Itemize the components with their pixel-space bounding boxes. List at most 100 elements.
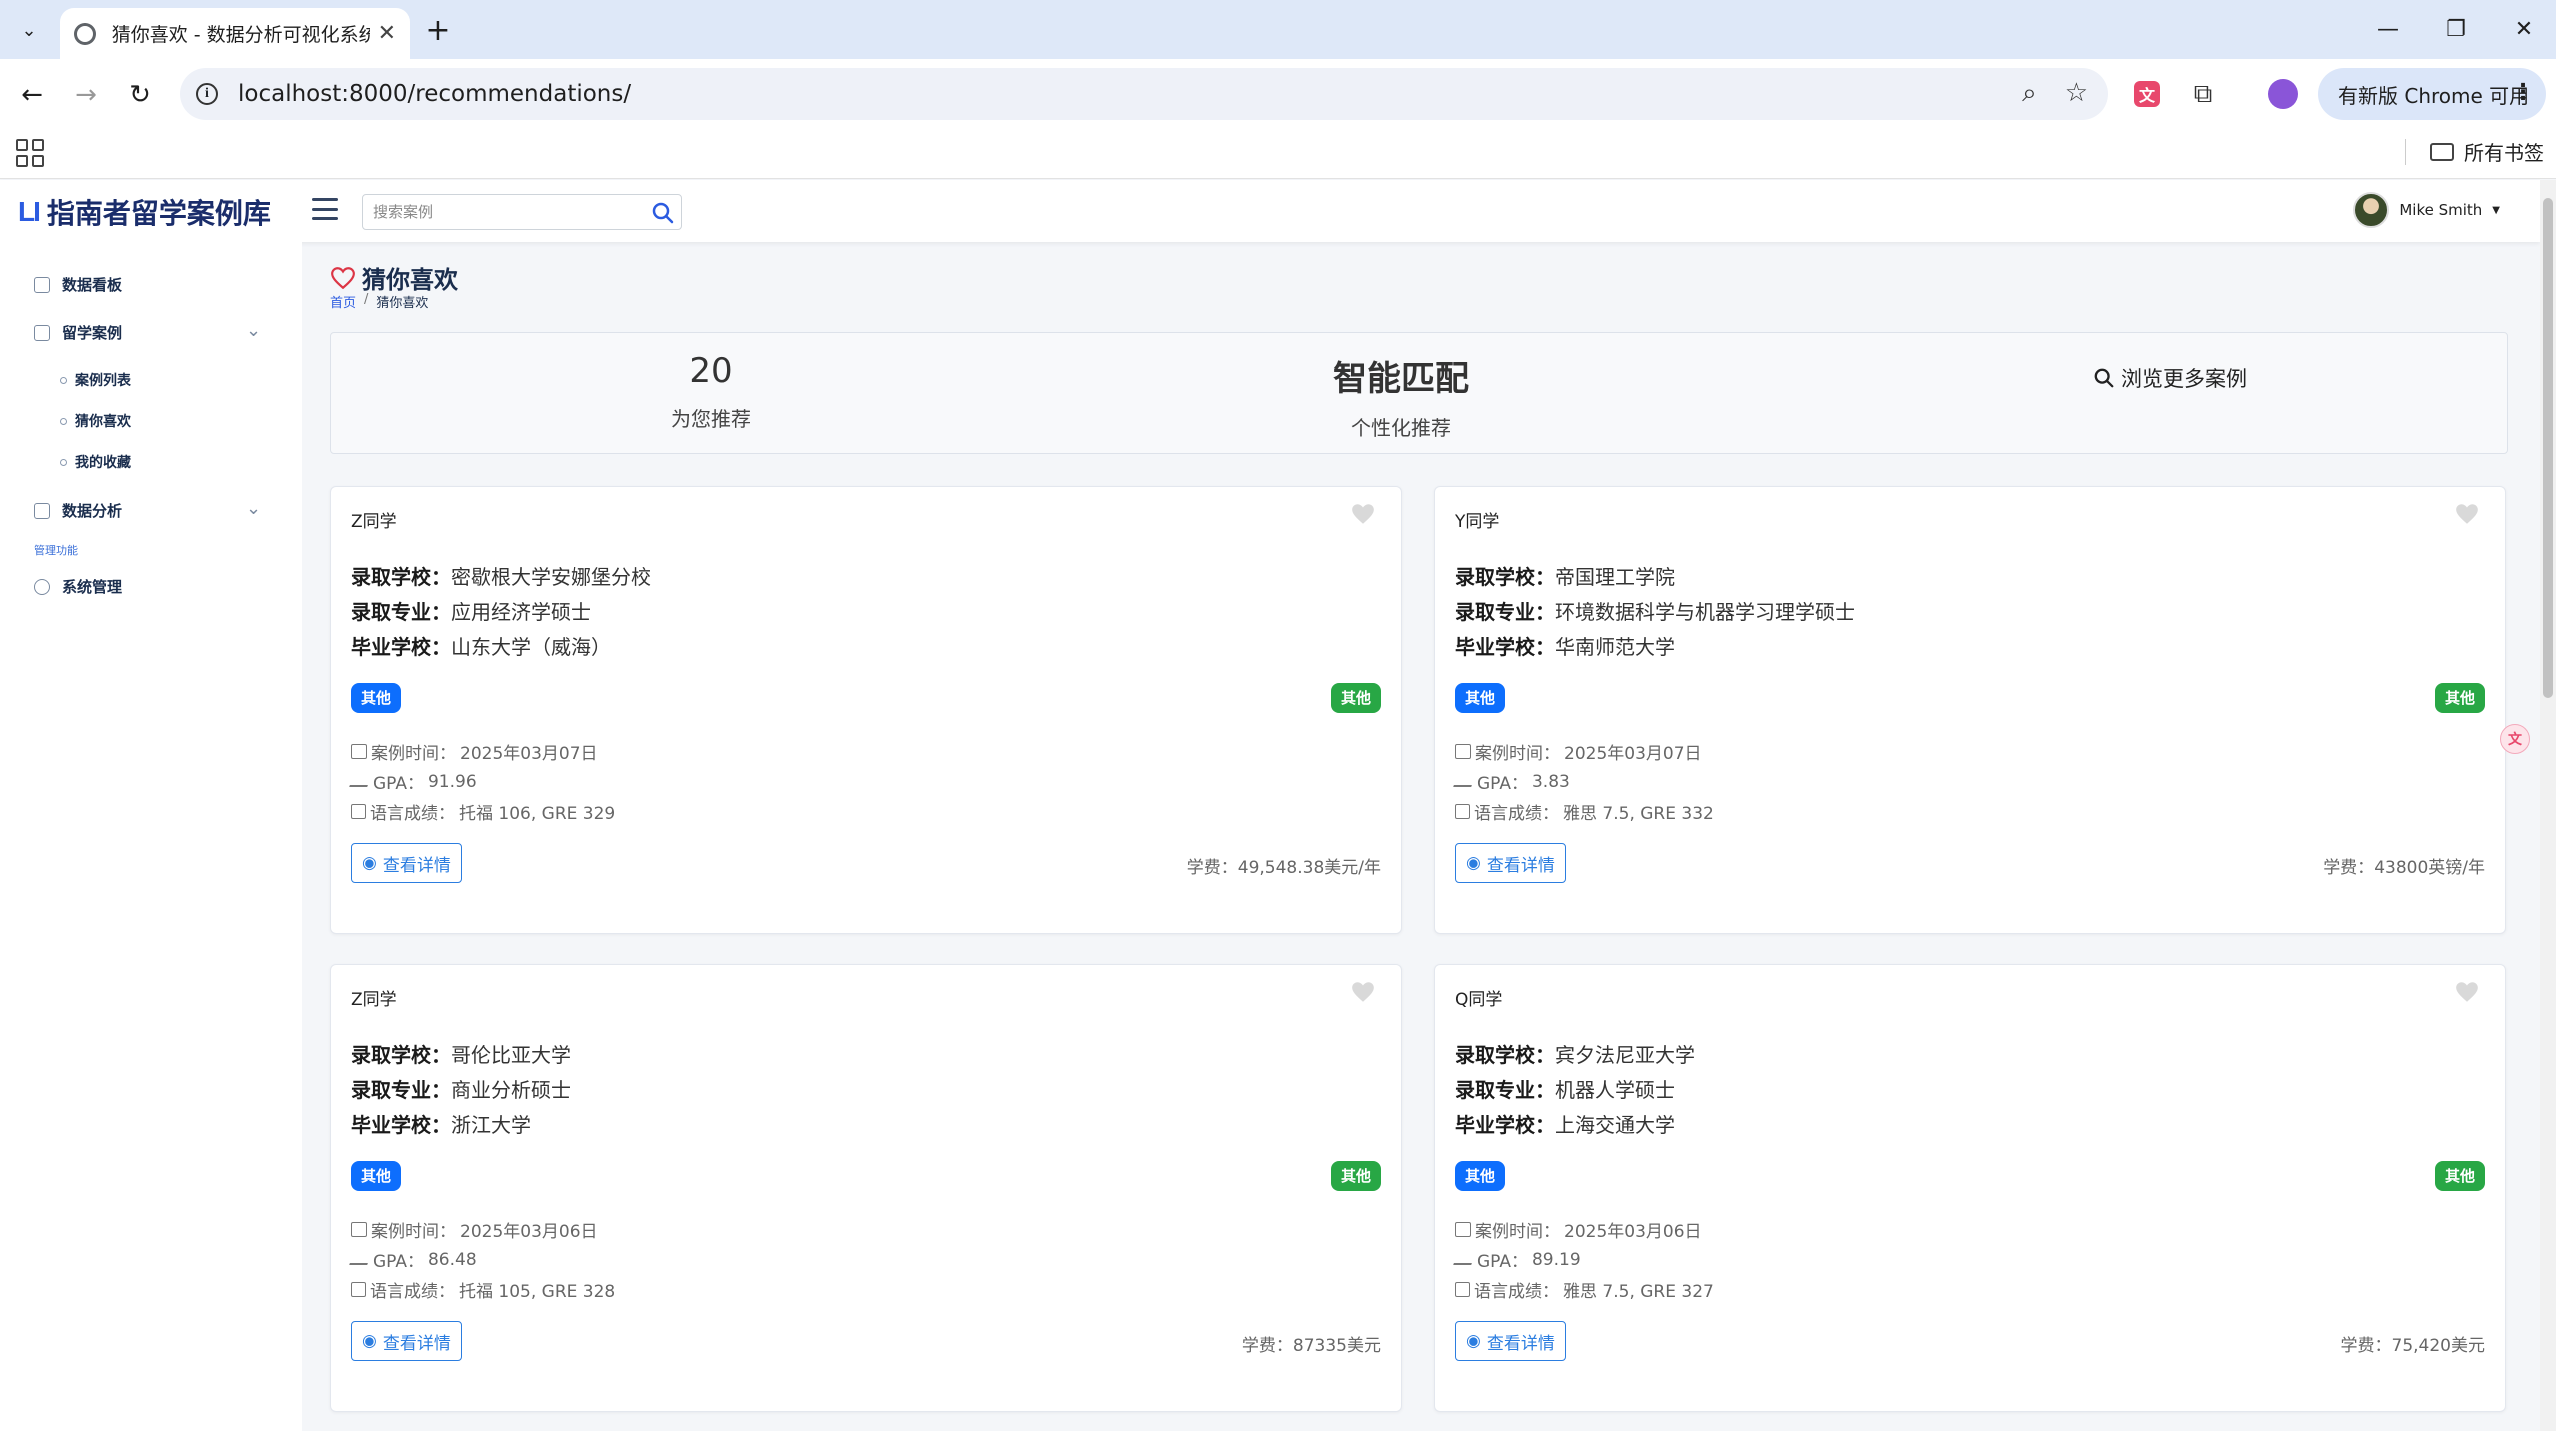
floating-translate-icon[interactable]: 文 [2500, 724, 2530, 754]
sidebar: 数据看板 留学案例 ⌄ 案例列表 猜你喜欢 我的收藏 数据分析 ⌄ 管理功能 系… [0, 242, 302, 1431]
tab-close-icon[interactable]: ✕ [378, 21, 396, 46]
meta-label: GPA： [373, 1252, 424, 1272]
translate-extension-icon[interactable]: 文 [2130, 77, 2164, 111]
bookmarks-divider [2405, 139, 2406, 165]
view-detail-button[interactable]: ◉ 查看详情 [351, 843, 462, 883]
case-card: Z同学 录取学校：密歇根大学安娜堡分校 录取专业：应用经济学硕士 毕业学校：山东… [330, 486, 1402, 934]
favorite-heart-icon[interactable] [1349, 501, 1377, 527]
grad-school: 山东大学（威海） [451, 635, 611, 659]
sidebar-item-guess-like[interactable]: 猜你喜欢 [60, 411, 131, 431]
search-input[interactable] [363, 195, 643, 229]
tuition-label: 学费： [1186, 858, 1238, 878]
field-label: 录取专业： [351, 600, 451, 624]
tuition-value: 43800英镑/年 [2374, 858, 2485, 878]
case-card: Y同学 录取学校：帝国理工学院 录取专业：环境数据科学与机器学习理学硕士 毕业学… [1434, 486, 2506, 934]
site-info-icon[interactable]: i [196, 83, 218, 105]
forward-button[interactable]: → [66, 75, 106, 115]
language-score: 托福 105, GRE 328 [459, 1282, 616, 1302]
gpa-value: 89.19 [1531, 1249, 1581, 1270]
sidebar-toggle-icon[interactable] [312, 198, 338, 220]
all-bookmarks-label: 所有书签 [2464, 141, 2544, 165]
sidebar-item-system-admin[interactable]: 系统管理 [34, 576, 122, 597]
field-label: 录取学校： [351, 565, 451, 589]
user-menu[interactable]: Mike Smith ▼ [2353, 192, 2500, 228]
case-date-row: 案例时间： 2025年03月07日 [351, 739, 598, 764]
admit-school-row: 录取学校：哥伦比亚大学 [351, 1039, 571, 1068]
gpa-value: 86.48 [427, 1249, 477, 1270]
tuition-label: 学费： [2340, 1336, 2392, 1356]
profile-avatar-icon[interactable] [2266, 77, 2300, 111]
tuition: 学费：75,420美元 [2341, 1331, 2485, 1356]
brand[interactable]: LI 指南者留学案例库 [18, 192, 271, 232]
chrome-update-button[interactable]: 有新版 Chrome 可用 ⋮ [2318, 68, 2546, 120]
browser-toolbar: ← → ↻ i localhost:8000/recommendations/ … [0, 59, 2556, 131]
gpa-row: GPA： 86.48 [349, 1247, 477, 1272]
sidebar-item-cases[interactable]: 留学案例 [34, 322, 122, 343]
scrollbar-thumb[interactable] [2543, 198, 2553, 698]
admit-major: 环境数据科学与机器学习理学硕士 [1555, 600, 1855, 624]
breadcrumb-home[interactable]: 首页 [330, 292, 356, 311]
status-badge: 其他 [2434, 1161, 2485, 1191]
address-bar[interactable]: i localhost:8000/recommendations/ ⌕ ☆ [180, 68, 2108, 120]
apps-grid-icon[interactable] [16, 139, 44, 167]
field-label: 录取学校： [1455, 1043, 1555, 1067]
reload-button[interactable]: ↻ [120, 75, 160, 115]
category-badge: 其他 [1455, 1161, 1506, 1191]
browser-tab-active[interactable]: 猜你喜欢 - 数据分析可视化系统 ✕ [60, 8, 410, 59]
gear-icon [34, 578, 50, 595]
graduation-cap-icon [349, 1254, 371, 1265]
favorite-heart-icon[interactable] [2453, 979, 2481, 1005]
favorite-heart-icon[interactable] [2453, 501, 2481, 527]
page-scrollbar[interactable] [2540, 180, 2556, 1431]
bookmark-star-icon[interactable]: ☆ [2065, 78, 2088, 109]
case-card: Q同学 录取学校：宾夕法尼亚大学 录取专业：机器人学硕士 毕业学校：上海交通大学… [1434, 964, 2506, 1412]
minimize-button[interactable]: — [2366, 10, 2410, 48]
browse-more-link[interactable]: 浏览更多案例 [2093, 363, 2247, 393]
translate-icon [1455, 1282, 1470, 1297]
language-row: 语言成绩： 托福 106, GRE 329 [351, 799, 615, 824]
chevron-down-icon[interactable]: ⌄ [246, 320, 261, 341]
tab-search-dropdown-icon[interactable]: ⌄ [10, 14, 48, 46]
tab-title: 猜你喜欢 - 数据分析可视化系统 [111, 24, 370, 46]
view-detail-button[interactable]: ◉ 查看详情 [1455, 843, 1566, 883]
avatar[interactable] [2353, 192, 2390, 228]
calendar-icon [351, 1222, 367, 1237]
sidebar-item-dashboard[interactable]: 数据看板 [34, 274, 122, 295]
case-date: 2025年03月06日 [1564, 1222, 1702, 1242]
bookmarks-bar: 所有书签 [0, 131, 2556, 179]
favorite-heart-icon[interactable] [1349, 979, 1377, 1005]
admit-school-row: 录取学校：帝国理工学院 [1455, 561, 1675, 590]
back-button[interactable]: ← [12, 75, 52, 115]
view-detail-button[interactable]: ◉ 查看详情 [351, 1321, 462, 1361]
status-badge: 其他 [2434, 683, 2485, 713]
meta-label: 语言成绩： [370, 1282, 455, 1302]
meta-label: 案例时间： [1475, 1222, 1560, 1242]
browse-more-label: 浏览更多案例 [2121, 367, 2247, 391]
meta-label: 案例时间： [371, 1222, 456, 1242]
all-bookmarks-button[interactable]: 所有书签 [2430, 137, 2544, 166]
sidebar-item-case-list[interactable]: 案例列表 [60, 370, 131, 390]
brand-logo-icon: LI [18, 196, 41, 227]
stat-recommend-count: 20 为您推荐 [611, 351, 811, 432]
sidebar-item-favorites[interactable]: 我的收藏 [60, 452, 131, 472]
admit-major-row: 录取专业：机器人学硕士 [1455, 1074, 1675, 1103]
close-window-button[interactable]: ✕ [2502, 10, 2546, 48]
sidebar-item-data-analysis[interactable]: 数据分析 [34, 500, 122, 521]
update-label: 有新版 Chrome 可用 [2338, 83, 2530, 108]
view-detail-button[interactable]: ◉ 查看详情 [1455, 1321, 1566, 1361]
grad-school: 华南师范大学 [1555, 635, 1675, 659]
search-icon[interactable] [651, 201, 675, 225]
more-menu-icon[interactable]: ⋮ [2512, 80, 2534, 105]
zoom-icon[interactable]: ⌕ [2022, 78, 2037, 109]
dashboard-icon [34, 276, 50, 293]
new-tab-button[interactable]: + [420, 12, 456, 48]
heart-icon [331, 266, 355, 289]
search-icon [2094, 368, 2114, 388]
graduation-cap-icon [1453, 1254, 1475, 1265]
extensions-puzzle-icon[interactable]: ⧉ [2186, 77, 2220, 111]
chevron-down-icon[interactable]: ⌄ [246, 498, 261, 519]
document-icon [34, 324, 50, 341]
url-text[interactable]: localhost:8000/recommendations/ [238, 81, 631, 107]
calendar-icon [351, 744, 367, 759]
restore-button[interactable]: ❐ [2434, 10, 2478, 48]
